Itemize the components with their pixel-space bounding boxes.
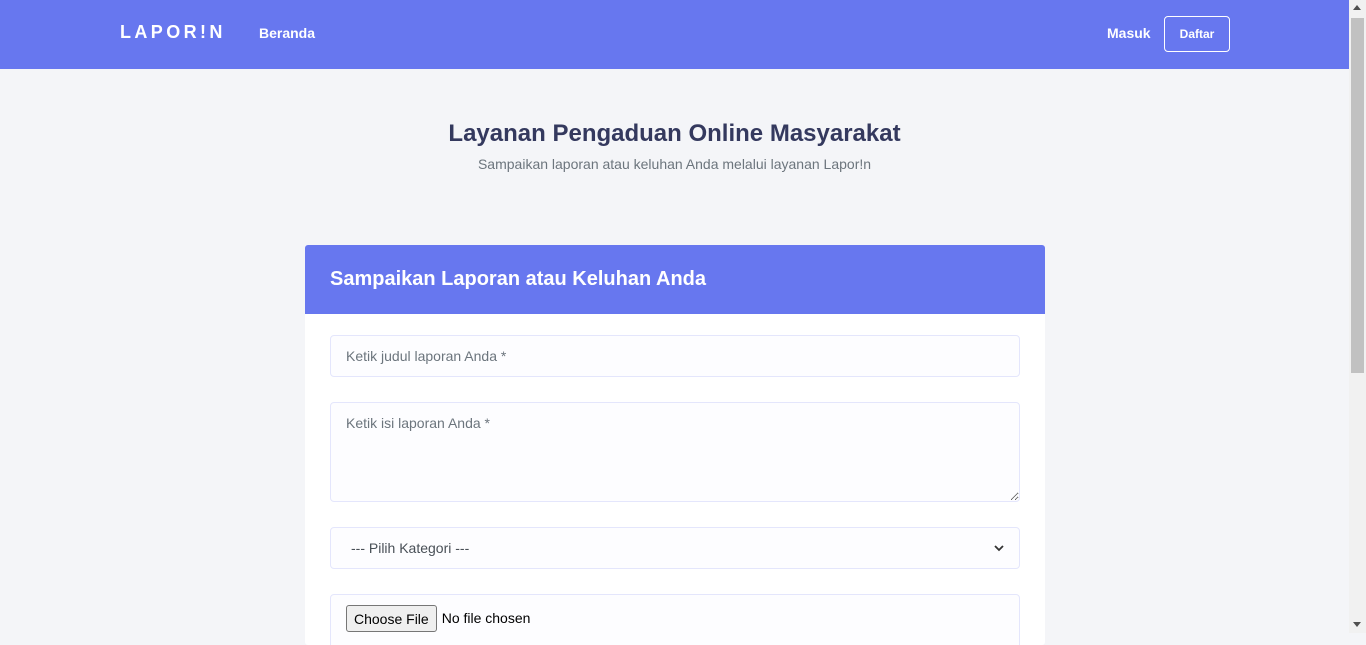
chevron-down-icon (994, 545, 1004, 552)
category-select[interactable]: --- Pilih Kategori --- (330, 527, 1020, 569)
file-upload-field: Choose File No file chosen (330, 594, 1020, 645)
brand-logo[interactable]: LAPOR!N (120, 22, 226, 43)
scrollbar-thumb[interactable] (1351, 18, 1364, 373)
login-link[interactable]: Masuk (1107, 25, 1151, 41)
card-header: Sampaikan Laporan atau Keluhan Anda (305, 245, 1045, 314)
page-title: Layanan Pengaduan Online Masyarakat (448, 120, 901, 147)
page-scrollbar[interactable] (1349, 0, 1366, 633)
report-body-textarea[interactable] (330, 402, 1020, 502)
form-title: Sampaikan Laporan atau Keluhan Anda (330, 268, 707, 290)
page-subtitle: Sampaikan laporan atau keluhan Anda mela… (477, 156, 872, 172)
category-selected-value: --- Pilih Kategori --- (351, 540, 470, 556)
scroll-down-arrow-icon[interactable] (1353, 622, 1361, 627)
nav-link-beranda[interactable]: Beranda (259, 25, 315, 41)
choose-file-button[interactable]: Choose File (346, 605, 437, 632)
report-form-card: Sampaikan Laporan atau Keluhan Anda --- … (305, 245, 1045, 645)
navbar: LAPOR!N Beranda Masuk Daftar (0, 0, 1349, 69)
file-status-text: No file chosen (441, 610, 531, 626)
register-button[interactable]: Daftar (1164, 16, 1230, 52)
report-title-input[interactable] (330, 335, 1020, 377)
scroll-up-arrow-icon[interactable] (1353, 5, 1361, 10)
